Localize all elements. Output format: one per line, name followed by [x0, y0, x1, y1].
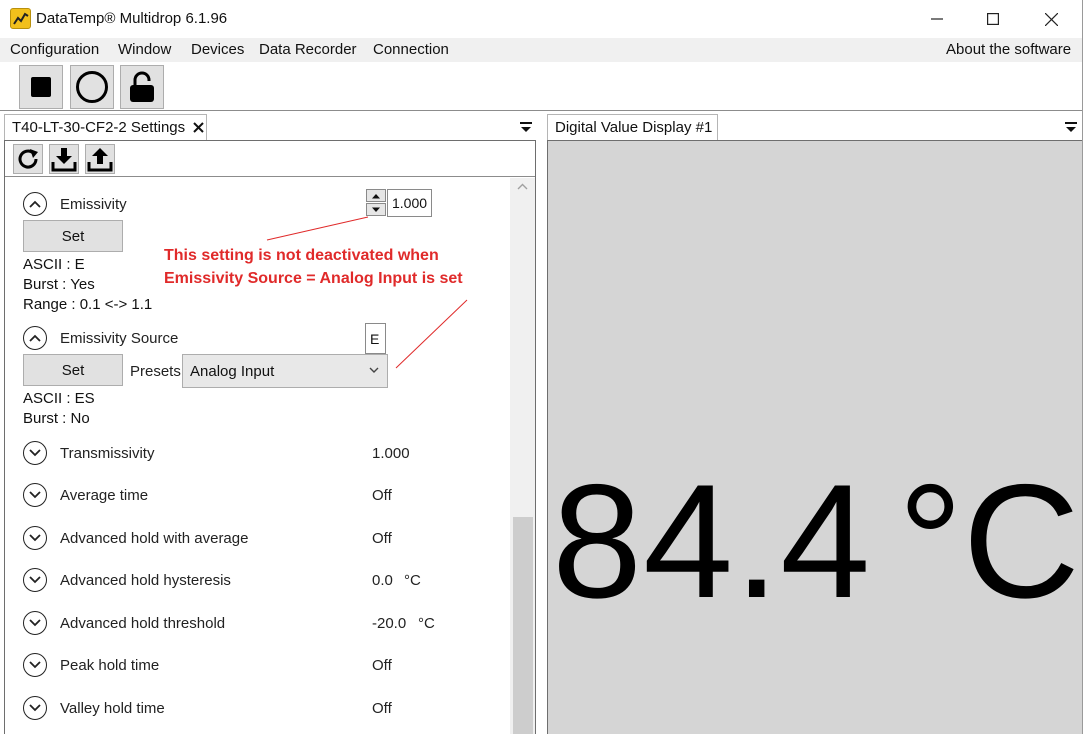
setting-value: Off — [372, 700, 392, 717]
setting-label: Transmissivity — [60, 445, 155, 462]
annotation-line-2: Emissivity Source = Analog Input is set — [164, 270, 463, 287]
spin-down-button[interactable] — [366, 203, 386, 216]
emissivity-spinner[interactable] — [366, 189, 388, 217]
close-tab-icon[interactable] — [193, 122, 204, 133]
presets-select[interactable]: Analog Input — [182, 354, 388, 388]
expand-transmissivity-button[interactable] — [23, 441, 47, 465]
upload-settings-button[interactable] — [85, 144, 115, 174]
menu-data-recorder[interactable]: Data Recorder — [259, 41, 357, 58]
expand-valley-hold-time-button[interactable] — [23, 696, 47, 720]
refresh-icon — [18, 149, 38, 169]
emissivity-burst: Burst : Yes — [23, 276, 95, 293]
refresh-button[interactable] — [13, 144, 43, 174]
record-icon — [76, 71, 108, 103]
temperature-unit: °C — [898, 451, 1080, 632]
tab-settings-label: T40-LT-30-CF2-2 Settings — [12, 119, 186, 136]
settings-panel: Emissivity 1.000 Set ASCII : E Burst : Y… — [4, 140, 536, 734]
chevron-down-icon — [29, 576, 41, 584]
chevron-down-icon — [29, 619, 41, 627]
settings-toolbar — [5, 141, 535, 177]
setting-label: Peak hold time — [60, 657, 160, 674]
chevron-down-icon — [29, 661, 41, 669]
menu-configuration[interactable]: Configuration — [10, 41, 99, 58]
triangle-up-icon — [372, 193, 380, 198]
emissivity-source-field[interactable]: E — [365, 323, 386, 354]
chevron-up-icon — [29, 334, 41, 342]
setting-unit: °C — [418, 615, 435, 632]
emissivity-input[interactable]: 1.000 — [387, 189, 432, 217]
unlock-button[interactable] — [120, 65, 164, 109]
upload-icon — [87, 148, 113, 172]
setting-label: Advanced hold hysteresis — [60, 572, 231, 589]
scrollbar-thumb[interactable] — [513, 517, 533, 734]
panel-menu-icon[interactable] — [519, 120, 533, 134]
chevron-up-icon — [29, 200, 41, 208]
download-icon — [51, 148, 77, 172]
record-button[interactable] — [70, 65, 114, 109]
expand-advanced-hold-average-button[interactable] — [23, 526, 47, 550]
menu-window[interactable]: Window — [118, 41, 171, 58]
minimize-button[interactable] — [909, 0, 965, 38]
setting-label: Advanced hold with average — [60, 530, 249, 547]
set-emissivity-button[interactable]: Set — [23, 220, 123, 252]
tab-device-settings[interactable]: T40-LT-30-CF2-2 Settings — [4, 114, 207, 140]
emissivity-source-ascii: ASCII : ES — [23, 390, 95, 407]
menu-connection[interactable]: Connection — [373, 41, 449, 58]
setting-value: Off — [372, 487, 392, 504]
emissivity-range: Range : 0.1 <-> 1.1 — [23, 296, 153, 313]
expand-peak-hold-time-button[interactable] — [23, 653, 47, 677]
triangle-down-icon — [372, 207, 380, 212]
setting-label: Average time — [60, 487, 149, 504]
main-toolbar — [0, 62, 1082, 111]
window-title: DataTemp® Multidrop 6.1.96 — [36, 10, 228, 27]
expand-advanced-hold-hysteresis-button[interactable] — [23, 568, 47, 592]
emissivity-label: Emissivity — [60, 196, 127, 213]
chevron-down-icon — [369, 367, 379, 373]
emissivity-source-label: Emissivity Source — [60, 330, 179, 347]
collapse-emissivity-source-button[interactable] — [23, 326, 47, 350]
settings-scrollbar[interactable] — [510, 178, 535, 734]
chevron-down-icon — [29, 491, 41, 499]
setting-label: Valley hold time — [60, 700, 165, 717]
scroll-up-icon[interactable] — [517, 183, 528, 190]
menu-devices[interactable]: Devices — [191, 41, 244, 58]
emissivity-source-burst: Burst : No — [23, 410, 90, 427]
tab-digital-display[interactable]: Digital Value Display #1 — [547, 114, 718, 140]
digital-value-display: 84.4 °C — [547, 140, 1082, 734]
emissivity-ascii: ASCII : E — [23, 256, 85, 273]
download-settings-button[interactable] — [49, 144, 79, 174]
setting-value: 1.000 — [372, 445, 410, 462]
title-bar: DataTemp® Multidrop 6.1.96 — [0, 0, 1082, 38]
stop-button[interactable] — [19, 65, 63, 109]
menu-bar: Configuration Window Devices Data Record… — [0, 38, 1082, 62]
setting-label: Advanced hold threshold — [60, 615, 226, 632]
setting-value: -20.0 — [372, 615, 407, 632]
annotation-line-1: This setting is not deactivated when — [164, 247, 439, 264]
close-window-button[interactable] — [1023, 0, 1079, 38]
expand-advanced-hold-threshold-button[interactable] — [23, 611, 47, 635]
presets-label: Presets — [130, 363, 181, 380]
maximize-button[interactable] — [965, 0, 1021, 38]
tab-display-label: Digital Value Display #1 — [555, 119, 713, 136]
app-logo-icon — [10, 8, 31, 29]
expand-average-time-button[interactable] — [23, 483, 47, 507]
presets-selected-value: Analog Input — [190, 362, 275, 380]
collapse-emissivity-button[interactable] — [23, 192, 47, 216]
display-panel-menu-icon[interactable] — [1064, 120, 1078, 134]
set-emissivity-source-button[interactable]: Set — [23, 354, 123, 386]
app-window: DataTemp® Multidrop 6.1.96 Configuration… — [0, 0, 1083, 734]
menu-about[interactable]: About the software — [946, 41, 1071, 58]
chevron-down-icon — [29, 704, 41, 712]
setting-value: 0.0 — [372, 572, 393, 589]
setting-value: Off — [372, 657, 392, 674]
setting-unit: °C — [404, 572, 421, 589]
unlock-icon — [130, 71, 154, 102]
chevron-down-icon — [29, 534, 41, 542]
stop-icon — [31, 77, 51, 97]
setting-value: Off — [372, 530, 392, 547]
chevron-down-icon — [29, 449, 41, 457]
temperature-value: 84.4 — [552, 451, 872, 632]
spin-up-button[interactable] — [366, 189, 386, 202]
